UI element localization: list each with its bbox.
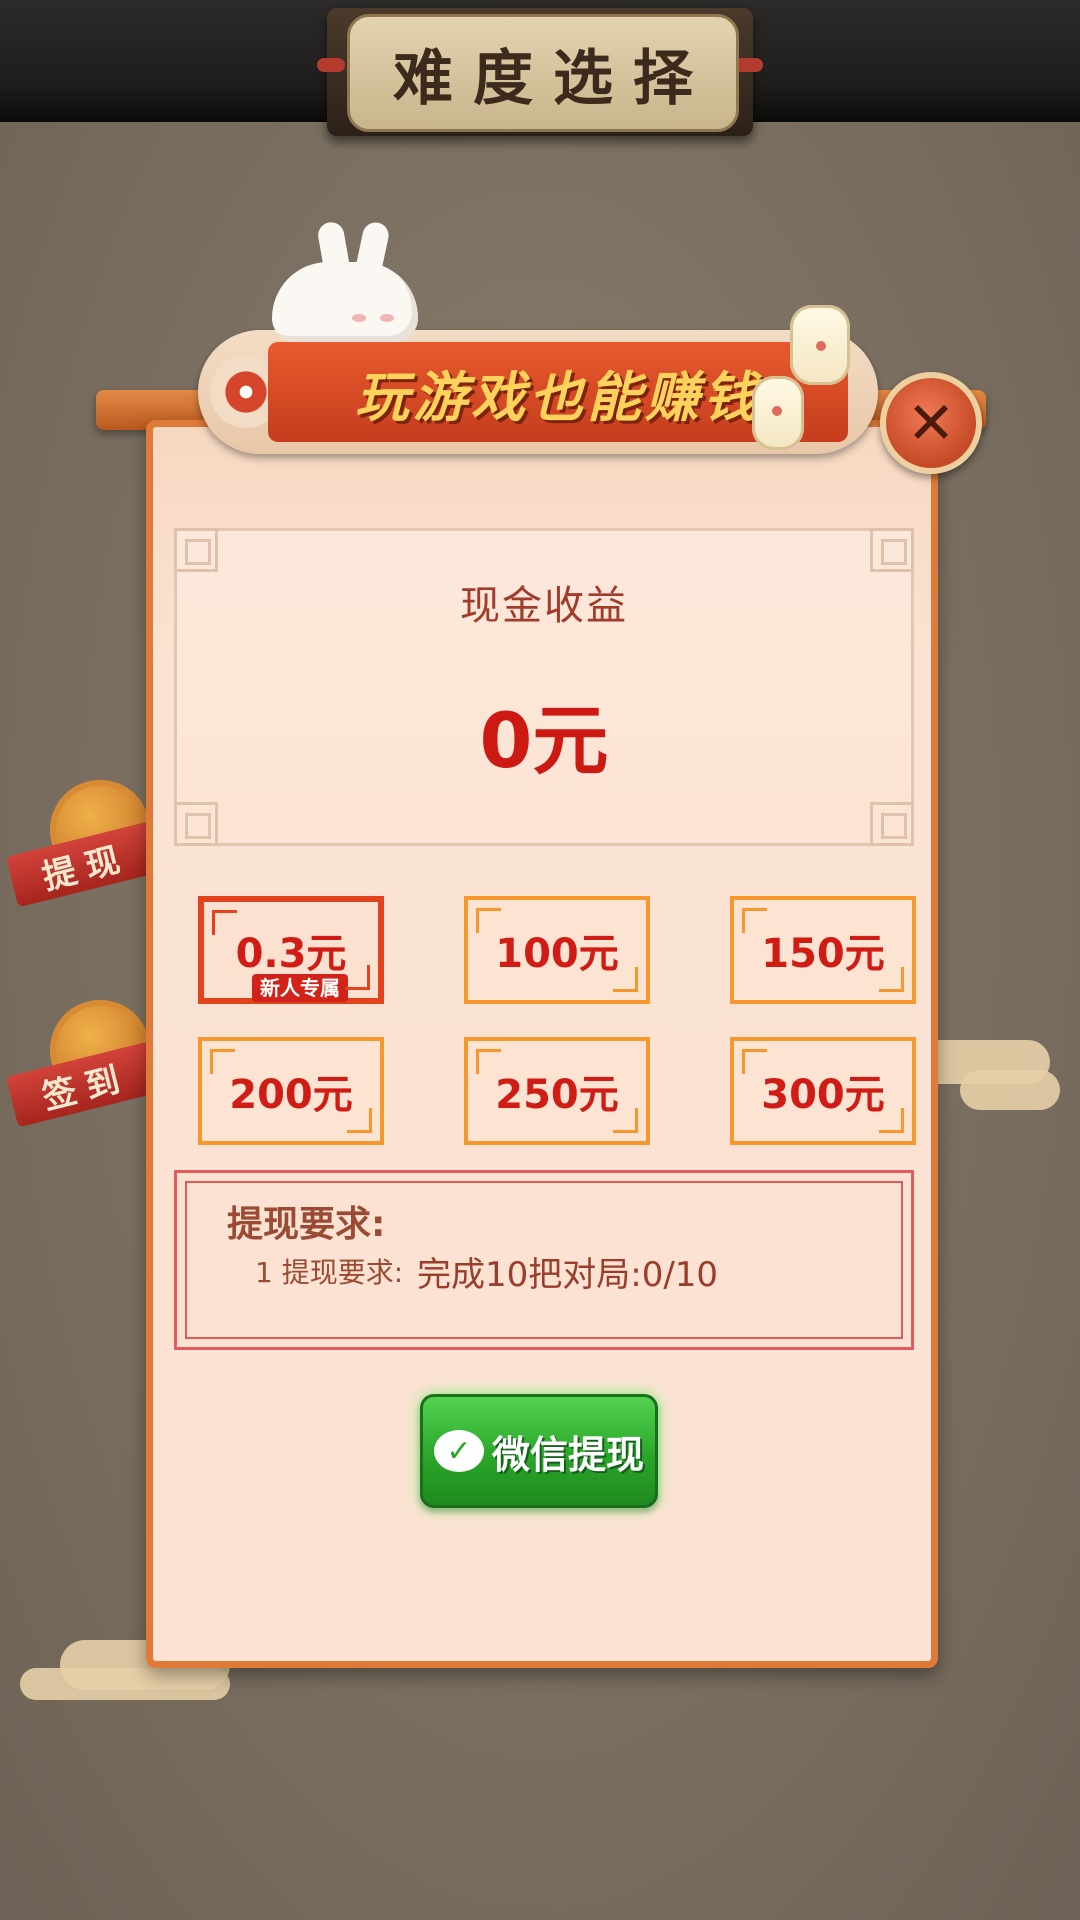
page-title: 难度选择 — [393, 43, 713, 114]
amount-option-300[interactable]: 300元 — [730, 1037, 916, 1145]
close-button[interactable]: ✕ — [880, 372, 982, 474]
cloud-decoration-right-2 — [960, 1070, 1060, 1110]
amount-option-label: 200元 — [229, 1072, 353, 1118]
amount-option-150[interactable]: 150元 — [730, 896, 916, 1004]
rabbit-body — [272, 262, 418, 342]
earnings-box: 现金收益 0元 — [174, 528, 914, 846]
plaque-peg-right — [735, 58, 763, 72]
corner-ornament — [174, 528, 218, 572]
amount-option-100[interactable]: 100元 — [464, 896, 650, 1004]
rabbit-blush — [352, 314, 366, 322]
requirement-detail: 完成10把对局:0/10 — [417, 1255, 719, 1295]
requirements-box: 提现要求: 1 提现要求: 完成10把对局:0/10 — [174, 1170, 914, 1350]
amount-option-label: 150元 — [761, 931, 885, 977]
earnings-value: 0元 — [479, 696, 609, 785]
plaque-peg-left — [317, 58, 345, 72]
amount-option-label: 250元 — [495, 1072, 619, 1118]
title-frame: 难度选择 — [347, 14, 739, 132]
withdraw-side-button[interactable]: 提现 — [5, 780, 165, 908]
rabbit-icon — [272, 220, 418, 342]
lantern-pattern — [772, 406, 782, 416]
corner-ornament — [870, 528, 914, 572]
amount-option-label: 0.3元 — [235, 931, 347, 977]
amount-option-label: 300元 — [761, 1072, 885, 1118]
wechat-withdraw-label: 微信提现 — [491, 1432, 644, 1477]
requirement-prefix: 1 提现要求: — [255, 1256, 404, 1289]
lantern-icon — [752, 376, 804, 450]
cloud-decoration-left-2 — [20, 1668, 230, 1700]
lantern-pattern — [816, 341, 826, 351]
corner-ornament — [174, 802, 218, 846]
lantern-icon — [790, 305, 850, 385]
rabbit-blush — [380, 314, 394, 322]
game-screen: 难度选择 提现 签到 玩游戏也能赚钱 ✕ 现金收益 0元 0.3元 新人专属 1… — [0, 0, 1080, 1920]
requirements-title: 提现要求: — [227, 1204, 386, 1245]
signin-side-button[interactable]: 签到 — [5, 1000, 165, 1128]
earnings-label: 现金收益 — [460, 583, 628, 629]
amount-option-250[interactable]: 250元 — [464, 1037, 650, 1145]
amount-option-label: 100元 — [495, 931, 619, 977]
close-icon: ✕ — [906, 389, 956, 457]
amount-option-200[interactable]: 200元 — [198, 1037, 384, 1145]
new-user-badge: 新人专属 — [252, 974, 348, 1002]
wechat-icon: ✓ — [433, 1430, 484, 1472]
title-plaque: 难度选择 — [317, 8, 763, 136]
banner-title: 玩游戏也能赚钱 — [355, 365, 761, 429]
corner-ornament — [870, 802, 914, 846]
amount-option-0-3[interactable]: 0.3元 新人专属 — [198, 896, 384, 1004]
wechat-withdraw-button[interactable]: ✓ 微信提现 — [420, 1394, 658, 1508]
